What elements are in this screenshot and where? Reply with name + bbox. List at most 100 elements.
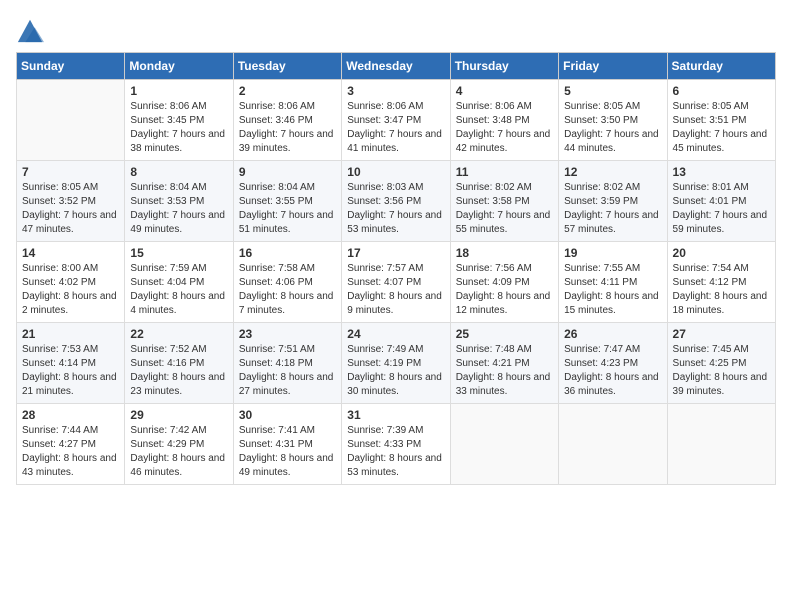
calendar-cell: 19 Sunrise: 7:55 AMSunset: 4:11 PMDayligh… [559,242,667,323]
calendar-week-row: 28Sunrise: 7:44 AMSunset: 4:27 PMDayligh… [17,404,776,485]
calendar-week-row: 1Sunrise: 8:06 AMSunset: 3:45 PMDaylight… [17,80,776,161]
calendar-cell: 28Sunrise: 7:44 AMSunset: 4:27 PMDayligh… [17,404,125,485]
day-number: 21 [22,327,119,341]
day-number: 28 [22,408,119,422]
calendar-cell: 5 Sunrise: 8:05 AMSunset: 3:50 PMDaylight… [559,80,667,161]
calendar-cell: 14 Sunrise: 8:00 AMSunset: 4:02 PMDayligh… [17,242,125,323]
day-number: 4 [456,84,553,98]
calendar-cell: 26Sunrise: 7:47 AMSunset: 4:23 PMDayligh… [559,323,667,404]
calendar-cell: 9 Sunrise: 8:04 AMSunset: 3:55 PMDaylight… [233,161,341,242]
calendar-cell: 11 Sunrise: 8:02 AMSunset: 3:58 PMDayligh… [450,161,558,242]
day-number: 31 [347,408,444,422]
day-info: Sunrise: 7:41 AMSunset: 4:31 PMDaylight:… [239,424,336,480]
day-number: 14 [22,246,119,260]
weekday-header: Wednesday [342,53,450,80]
day-number: 25 [456,327,553,341]
calendar-cell [667,404,775,485]
day-number: 18 [456,246,553,260]
day-info: Sunrise: 7:52 AMSunset: 4:16 PMDaylight:… [130,343,227,399]
calendar-table: SundayMondayTuesdayWednesdayThursdayFrid… [16,52,776,485]
calendar-cell: 3Sunrise: 8:06 AMSunset: 3:47 PMDaylight… [342,80,450,161]
day-info: Sunrise: 7:48 AMSunset: 4:21 PMDaylight:… [456,343,553,399]
day-number: 20 [673,246,770,260]
calendar-cell: 30 Sunrise: 7:41 AMSunset: 4:31 PMDayligh… [233,404,341,485]
calendar-cell: 15Sunrise: 7:59 AMSunset: 4:04 PMDayligh… [125,242,233,323]
day-number: 8 [130,165,227,179]
day-info: Sunrise: 8:02 AMSunset: 3:58 PMDaylight:… [456,181,553,237]
day-info: Sunrise: 8:05 AMSunset: 3:50 PMDaylight:… [564,100,661,156]
day-info: Sunrise: 7:57 AMSunset: 4:07 PMDaylight:… [347,262,444,318]
calendar-cell: 25 Sunrise: 7:48 AMSunset: 4:21 PMDayligh… [450,323,558,404]
day-number: 30 [239,408,336,422]
day-number: 19 [564,246,661,260]
page-header [16,16,776,44]
weekday-header: Thursday [450,53,558,80]
weekday-header: Tuesday [233,53,341,80]
day-number: 26 [564,327,661,341]
calendar-cell: 13 Sunrise: 8:01 AMSunset: 4:01 PMDayligh… [667,161,775,242]
day-info: Sunrise: 7:56 AMSunset: 4:09 PMDaylight:… [456,262,553,318]
calendar-cell: 16 Sunrise: 7:58 AMSunset: 4:06 PMDayligh… [233,242,341,323]
calendar-cell: 27 Sunrise: 7:45 AMSunset: 4:25 PMDayligh… [667,323,775,404]
weekday-header-row: SundayMondayTuesdayWednesdayThursdayFrid… [17,53,776,80]
calendar-cell: 2 Sunrise: 8:06 AMSunset: 3:46 PMDaylight… [233,80,341,161]
calendar-cell: 4 Sunrise: 8:06 AMSunset: 3:48 PMDaylight… [450,80,558,161]
day-number: 15 [130,246,227,260]
calendar-cell: 10Sunrise: 8:03 AMSunset: 3:56 PMDayligh… [342,161,450,242]
day-info: Sunrise: 8:01 AMSunset: 4:01 PMDaylight:… [673,181,770,237]
calendar-week-row: 21 Sunrise: 7:53 AMSunset: 4:14 PMDayligh… [17,323,776,404]
day-number: 22 [130,327,227,341]
day-number: 2 [239,84,336,98]
day-number: 12 [564,165,661,179]
calendar-cell: 7Sunrise: 8:05 AMSunset: 3:52 PMDaylight… [17,161,125,242]
calendar-cell: 22 Sunrise: 7:52 AMSunset: 4:16 PMDayligh… [125,323,233,404]
weekday-header: Friday [559,53,667,80]
day-info: Sunrise: 8:04 AMSunset: 3:55 PMDaylight:… [239,181,336,237]
day-number: 1 [130,84,227,98]
day-number: 10 [347,165,444,179]
logo-icon [16,16,44,44]
weekday-header: Sunday [17,53,125,80]
day-info: Sunrise: 7:51 AMSunset: 4:18 PMDaylight:… [239,343,336,399]
weekday-header: Saturday [667,53,775,80]
day-info: Sunrise: 8:02 AMSunset: 3:59 PMDaylight:… [564,181,661,237]
day-info: Sunrise: 7:58 AMSunset: 4:06 PMDaylight:… [239,262,336,318]
calendar-cell [559,404,667,485]
day-number: 3 [347,84,444,98]
day-info: Sunrise: 8:06 AMSunset: 3:46 PMDaylight:… [239,100,336,156]
day-number: 6 [673,84,770,98]
calendar-week-row: 7Sunrise: 8:05 AMSunset: 3:52 PMDaylight… [17,161,776,242]
day-info: Sunrise: 7:45 AMSunset: 4:25 PMDaylight:… [673,343,770,399]
calendar-cell: 8 Sunrise: 8:04 AMSunset: 3:53 PMDaylight… [125,161,233,242]
day-info: Sunrise: 7:42 AMSunset: 4:29 PMDaylight:… [130,424,227,480]
calendar-cell: 24 Sunrise: 7:49 AMSunset: 4:19 PMDayligh… [342,323,450,404]
logo [16,16,48,44]
calendar-cell: 23Sunrise: 7:51 AMSunset: 4:18 PMDayligh… [233,323,341,404]
day-number: 16 [239,246,336,260]
day-number: 13 [673,165,770,179]
day-number: 9 [239,165,336,179]
day-info: Sunrise: 8:06 AMSunset: 3:48 PMDaylight:… [456,100,553,156]
weekday-header: Monday [125,53,233,80]
day-info: Sunrise: 7:53 AMSunset: 4:14 PMDaylight:… [22,343,119,399]
calendar-cell: 6 Sunrise: 8:05 AMSunset: 3:51 PMDaylight… [667,80,775,161]
day-info: Sunrise: 8:00 AMSunset: 4:02 PMDaylight:… [22,262,119,318]
day-info: Sunrise: 7:49 AMSunset: 4:19 PMDaylight:… [347,343,444,399]
calendar-cell [450,404,558,485]
day-info: Sunrise: 7:55 AMSunset: 4:11 PMDaylight:… [564,262,661,318]
calendar-cell: 20Sunrise: 7:54 AMSunset: 4:12 PMDayligh… [667,242,775,323]
calendar-cell: 21 Sunrise: 7:53 AMSunset: 4:14 PMDayligh… [17,323,125,404]
calendar-cell: 18 Sunrise: 7:56 AMSunset: 4:09 PMDayligh… [450,242,558,323]
day-info: Sunrise: 8:05 AMSunset: 3:52 PMDaylight:… [22,181,119,237]
day-number: 11 [456,165,553,179]
calendar-cell: 1Sunrise: 8:06 AMSunset: 3:45 PMDaylight… [125,80,233,161]
day-info: Sunrise: 8:04 AMSunset: 3:53 PMDaylight:… [130,181,227,237]
calendar-week-row: 14 Sunrise: 8:00 AMSunset: 4:02 PMDayligh… [17,242,776,323]
day-number: 27 [673,327,770,341]
calendar-cell: 29Sunrise: 7:42 AMSunset: 4:29 PMDayligh… [125,404,233,485]
calendar-cell: 31 Sunrise: 7:39 AMSunset: 4:33 PMDayligh… [342,404,450,485]
day-info: Sunrise: 7:39 AMSunset: 4:33 PMDaylight:… [347,424,444,480]
day-number: 5 [564,84,661,98]
day-info: Sunrise: 8:05 AMSunset: 3:51 PMDaylight:… [673,100,770,156]
day-number: 24 [347,327,444,341]
